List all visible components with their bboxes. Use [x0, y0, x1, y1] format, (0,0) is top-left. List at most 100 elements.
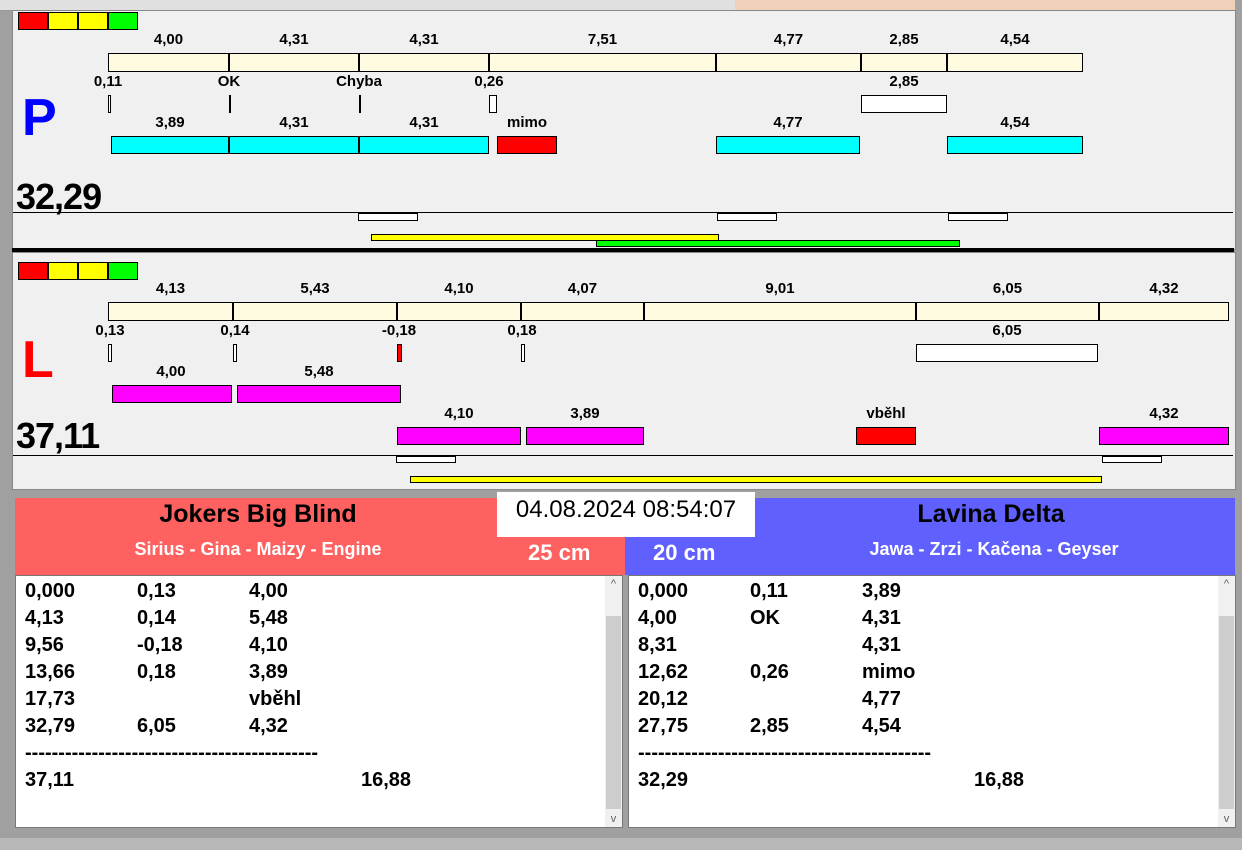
- run-label: 4,54: [1000, 114, 1030, 131]
- left-team-name: Jokers Big Blind: [159, 500, 357, 528]
- split-label: 4,13: [155, 280, 186, 297]
- left-team-dogs: Sirius - Gina - Maizy - Engine: [134, 539, 382, 559]
- run-bar: [111, 136, 229, 154]
- reaction-label: 0,11: [93, 73, 123, 90]
- run-label: 4,32: [1149, 405, 1179, 422]
- scroll-thumb[interactable]: [1219, 616, 1234, 809]
- split-label: 4,77: [773, 31, 804, 48]
- list-cell: mimo: [862, 661, 916, 683]
- list-cell: 4,10: [249, 634, 288, 656]
- split-label: 9,01: [765, 280, 795, 297]
- reaction-label: 0,14: [220, 322, 250, 339]
- split-bar: [108, 53, 229, 72]
- list-diff: 16,88: [974, 769, 1025, 791]
- run-bar: [112, 385, 232, 403]
- list-cell: 0,000: [638, 580, 689, 602]
- right-results-list[interactable]: ^ v 0,000 0,11 3,89 4,00 OK 4,31 8,31 4,31 12,62 0…: [628, 575, 1236, 828]
- reaction-label: 0,13: [95, 322, 125, 339]
- reaction-label: Chyba: [336, 73, 382, 90]
- list-cell: 3,89: [862, 580, 901, 602]
- indicator-square: [78, 12, 108, 30]
- right-scrollbar[interactable]: ^ v: [1218, 576, 1235, 827]
- run-label: 5,48: [304, 363, 334, 380]
- indicator-square: [108, 262, 138, 280]
- lane-p-panel: 4,00 4,31 4,31 7,51 4,77 2,85 4,54 0,11 OK Chyba 0…: [12, 10, 1236, 250]
- scroll-thumb[interactable]: [606, 616, 621, 809]
- lane-l-panel: 4,13 5,43 4,10 4,07 9,01 6,05 4,32 0,13 0,14 -0,1…: [12, 252, 1236, 490]
- run-label: 3,89: [570, 405, 600, 422]
- split-label: 4,31: [279, 31, 309, 48]
- reaction-marker: [233, 344, 237, 362]
- indicator-square: [78, 262, 108, 280]
- run-label: 3,89: [155, 114, 185, 131]
- split-bar: [229, 53, 359, 72]
- reaction-marker: [229, 95, 231, 113]
- run-bar: [237, 385, 401, 403]
- left-results-list[interactable]: ^ v 0,000 0,13 4,00 4,13 0,14 5,48 9,56 -0,18 4,1…: [15, 575, 623, 828]
- split-bar: [716, 53, 861, 72]
- split-label: 2,85: [889, 31, 919, 48]
- run-bar: [716, 136, 860, 154]
- list-total: 32,29: [638, 769, 689, 791]
- list-cell: 5,48: [249, 607, 288, 629]
- split-label: 5,43: [300, 280, 330, 297]
- list-cell: 4,31: [862, 634, 901, 656]
- indicator-square: [48, 12, 78, 30]
- split-bar: [644, 302, 916, 321]
- list-cell: 4,13: [25, 607, 64, 629]
- run-label: 4,10: [444, 405, 474, 422]
- reaction-marker: [916, 344, 1098, 362]
- split-bar: [233, 302, 397, 321]
- run-bar: [497, 136, 557, 154]
- list-cell: 4,77: [862, 688, 901, 710]
- timeline-marker: [1102, 456, 1162, 463]
- list-cell: 0,26: [750, 661, 789, 683]
- scroll-up-icon[interactable]: ^: [605, 578, 622, 590]
- scroll-down-icon[interactable]: v: [1218, 813, 1235, 825]
- right-team-dogs: Jawa - Zrzi - Kačena - Geyser: [869, 539, 1119, 559]
- left-team-height: 25 cm: [528, 540, 591, 565]
- left-scrollbar[interactable]: ^ v: [605, 576, 622, 827]
- split-label: 4,07: [567, 280, 598, 297]
- timeline-marker: [717, 213, 777, 221]
- reaction-label: -0,18: [381, 322, 417, 339]
- run-label: mimo: [506, 114, 548, 131]
- split-label: 4,32: [1149, 280, 1179, 297]
- status-bar: [0, 838, 1242, 850]
- lane-letter: L: [22, 331, 54, 389]
- right-team-height: 20 cm: [653, 540, 716, 565]
- list-cell: 6,05: [137, 715, 176, 737]
- datetime: 04.08.2024 08:54:07: [497, 492, 755, 537]
- split-label: 7,51: [587, 31, 618, 48]
- list-cell: 4,00: [638, 607, 677, 629]
- indicator-square: [18, 12, 48, 30]
- list-cell: 0,11: [750, 580, 788, 602]
- list-cell: 17,73: [25, 688, 76, 710]
- list-separator: ----------------------------------------…: [25, 742, 319, 764]
- list-cell: 9,56: [25, 634, 64, 656]
- split-label: 4,00: [153, 31, 184, 48]
- run-bar: [1099, 427, 1229, 445]
- run-label: 4,00: [156, 363, 186, 380]
- list-cell: 3,89: [249, 661, 288, 683]
- split-label: 4,54: [1000, 31, 1030, 48]
- list-cell: 4,54: [862, 715, 901, 737]
- list-cell: 27,75: [638, 715, 689, 737]
- list-cell: 4,32: [249, 715, 288, 737]
- run-bar: [359, 136, 489, 154]
- timeline-marker: [948, 213, 1008, 221]
- reaction-marker: [521, 344, 525, 362]
- reaction-marker: [108, 344, 112, 362]
- reaction-marker: [397, 344, 402, 362]
- list-cell: OK: [750, 607, 780, 629]
- reaction-label: 0,18: [507, 322, 537, 339]
- scroll-down-icon[interactable]: v: [605, 813, 622, 825]
- indicator-square: [48, 262, 78, 280]
- reaction-label: OK: [217, 73, 241, 90]
- indicator-square: [18, 262, 48, 280]
- list-cell: 0,14: [137, 607, 176, 629]
- list-cell: 32,79: [25, 715, 76, 737]
- list-cell: 2,85: [750, 715, 789, 737]
- run-label: 4,31: [279, 114, 309, 131]
- scroll-up-icon[interactable]: ^: [1218, 578, 1235, 590]
